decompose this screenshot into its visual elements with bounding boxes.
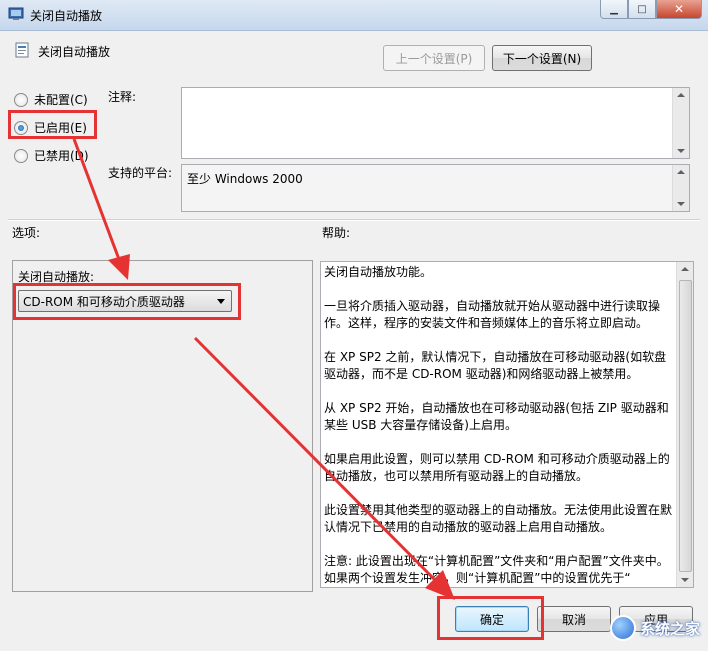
policy-title: 关闭自动播放 [38,45,111,59]
help-label: 帮助: [322,226,351,240]
platform-scrollbar[interactable] [672,165,689,211]
autoplay-dropdown-label: 关闭自动播放: [18,270,95,284]
scroll-up-icon[interactable] [677,170,685,174]
options-label: 选项: [12,226,41,240]
platform-textbox: 至少 Windows 2000 [181,164,690,212]
help-paragraph: 从 XP SP2 开始，自动播放也在可移动驱动器(包括 ZIP 驱动器和某些 U… [324,401,669,432]
radio-enabled-circle[interactable] [14,120,28,135]
help-paragraph: 一旦将介质插入驱动器，自动播放就开始从驱动器中进行读取操作。这样，程序的安装文件… [324,299,661,330]
next-setting-button[interactable]: 下一个设置(N) [492,45,592,71]
help-scroll-thumb[interactable] [679,280,692,572]
group-policy-icon [8,7,24,20]
next-setting-label: 下一个设置(N) [502,51,582,66]
minimize-button[interactable]: ▁ [600,0,628,19]
maximize-icon: □ [637,3,647,15]
help-paragraph: 注意: 此设置出现在“计算机配置”文件夹和“用户配置”文件夹中。如果两个设置发生… [324,554,669,585]
ok-button[interactable]: 确定 [455,606,529,632]
scroll-down-icon[interactable] [677,149,685,153]
ok-label: 确定 [479,612,504,627]
comment-textbox[interactable] [181,87,690,159]
help-paragraph: 此设置禁用其他类型的驱动器上的自动播放。无法使用此设置在默认情况下已禁用的自动播… [324,503,673,534]
autoplay-drive-select[interactable]: CD-ROM 和可移动介质驱动器 [18,290,232,312]
autoplay-drive-select-value: CD-ROM 和可移动介质驱动器 [23,294,185,309]
radio-enabled-label: 已启用(E) [34,121,87,135]
watermark: 系统之家 [609,615,700,641]
radio-not-configured-circle[interactable] [14,92,28,107]
radio-disabled[interactable]: 已禁用(D) [14,147,89,164]
scroll-up-icon[interactable] [677,93,685,97]
platform-value: 至少 Windows 2000 [187,172,303,186]
radio-enabled[interactable]: 已启用(E) [14,119,87,136]
previous-setting-button[interactable]: 上一个设置(P) [383,45,485,71]
cancel-label: 取消 [561,612,586,627]
help-paragraph: 在 XP SP2 之前，默认情况下，自动播放在可移动驱动器(如软盘驱动器，而不是… [324,350,667,381]
close-button[interactable]: ✕ [656,0,702,19]
maximize-button[interactable]: □ [628,0,656,19]
window-controls: ▁ □ ✕ [600,0,702,20]
help-scrollbar[interactable] [676,262,693,587]
title-bar: 关闭自动播放 ▁ □ ✕ [0,0,708,31]
section-divider [8,219,700,221]
policy-setting-icon [15,42,29,58]
comment-scrollbar[interactable] [672,88,689,158]
radio-not-configured[interactable]: 未配置(C) [14,91,88,108]
chevron-down-icon [217,299,225,304]
close-icon: ✕ [673,2,685,16]
radio-disabled-label: 已禁用(D) [34,149,89,163]
radio-disabled-circle[interactable] [14,148,28,163]
previous-setting-label: 上一个设置(P) [395,51,473,66]
help-paragraph: 关闭自动播放功能。 [324,265,433,279]
platform-label: 支持的平台: [108,166,173,180]
help-paragraph: 如果启用此设置，则可以禁用 CD-ROM 和可移动介质驱动器上的自动播放，也可以… [324,452,670,483]
help-text: 关闭自动播放功能。 一旦将介质插入驱动器，自动播放就开始从驱动器中进行读取操作。… [324,264,674,585]
radio-not-configured-label: 未配置(C) [34,93,88,107]
scroll-down-icon[interactable] [681,578,689,582]
help-panel: 关闭自动播放功能。 一旦将介质插入驱动器，自动播放就开始从驱动器中进行读取操作。… [320,261,694,588]
window-title: 关闭自动播放 [30,9,103,23]
scroll-up-icon[interactable] [681,267,689,271]
scroll-down-icon[interactable] [677,202,685,206]
watermark-text: 系统之家 [639,619,700,638]
cancel-button[interactable]: 取消 [537,606,611,632]
watermark-logo-icon [609,615,636,641]
comment-label: 注释: [108,90,137,104]
minimize-icon: ▁ [610,3,618,15]
